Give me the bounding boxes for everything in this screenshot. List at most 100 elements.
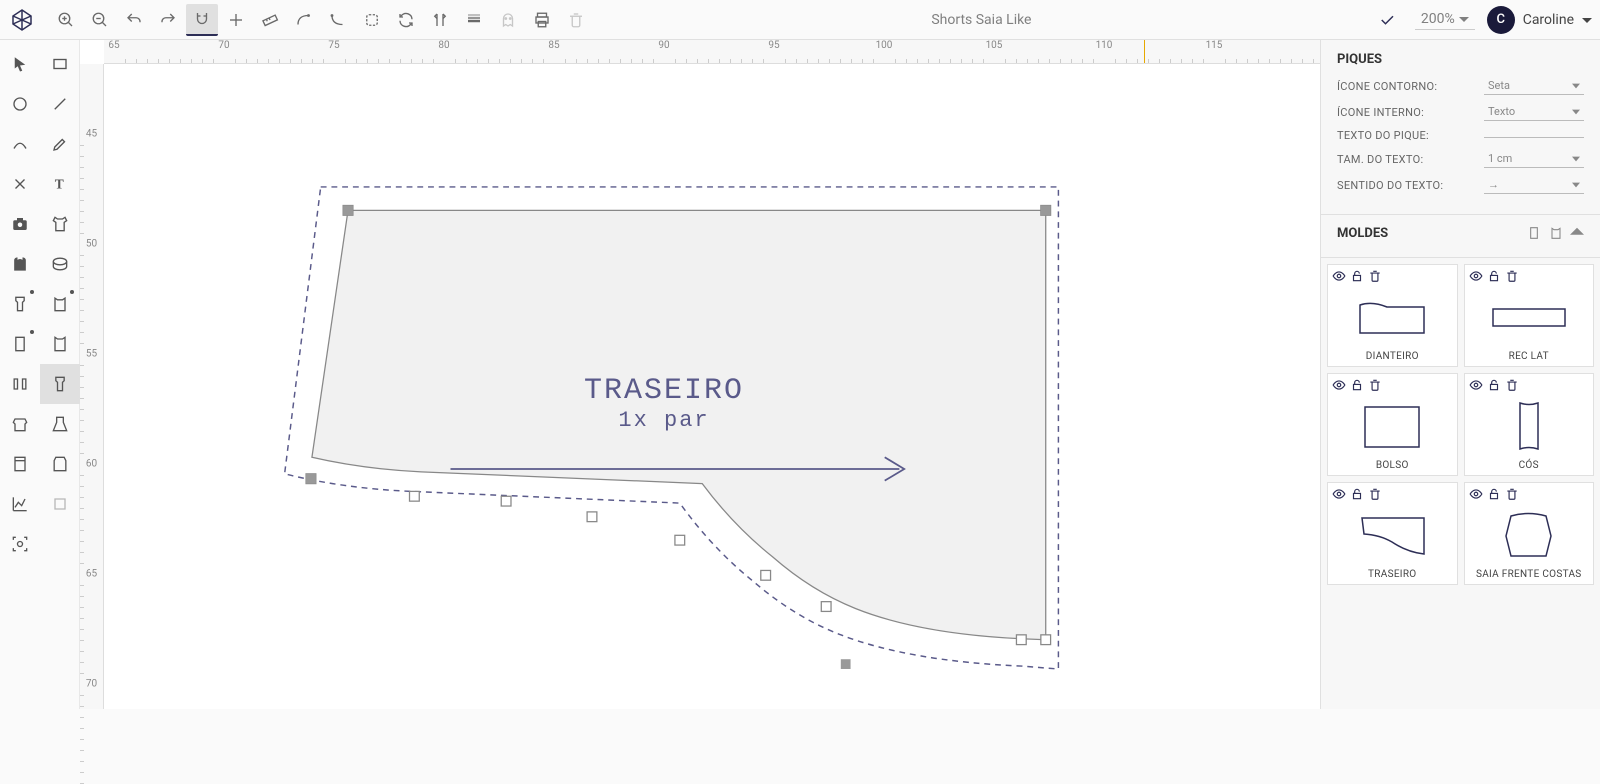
tam-texto-select[interactable]: 1 cm (1484, 150, 1584, 168)
select-area-icon[interactable] (356, 4, 388, 36)
icone-interno-select[interactable]: Texto (1484, 103, 1584, 121)
undo-icon[interactable] (118, 4, 150, 36)
molde-name: BOLSO (1332, 460, 1453, 471)
molde-icon1[interactable] (1526, 225, 1542, 241)
garment1-icon[interactable] (40, 204, 80, 244)
trash-icon[interactable] (1505, 269, 1519, 283)
garment2-icon[interactable] (0, 284, 40, 324)
camera-tool[interactable] (0, 204, 40, 244)
icone-contorno-select[interactable]: Seta (1484, 77, 1584, 95)
ruler-vertical[interactable]: 455055606570 (80, 64, 104, 709)
garment3-icon[interactable] (40, 284, 80, 324)
eye-icon[interactable] (1469, 487, 1483, 501)
molde-name: DIANTEIRO (1332, 351, 1453, 362)
molde-name: CÓS (1469, 460, 1590, 471)
molde-card[interactable]: DIANTEIRO (1327, 264, 1458, 367)
trash-icon[interactable] (1505, 487, 1519, 501)
app-logo[interactable] (8, 6, 36, 34)
garment7-icon[interactable] (40, 364, 80, 404)
ruler-icon[interactable] (254, 4, 286, 36)
trash-icon[interactable] (1368, 269, 1382, 283)
chevron-up-icon[interactable] (1570, 225, 1584, 239)
check-icon[interactable] (1371, 4, 1403, 36)
icone-interno-label: ÍCONE INTERNO: (1337, 106, 1484, 119)
molde-icon2[interactable] (1548, 225, 1564, 241)
pattern-title: TRASEIRO (584, 374, 744, 408)
unlock-icon[interactable] (1487, 269, 1501, 283)
curve-tool2-icon[interactable] (322, 4, 354, 36)
garment4-icon[interactable] (0, 324, 40, 364)
chart-icon[interactable] (0, 484, 40, 524)
cross-tool[interactable] (0, 164, 40, 204)
eye-icon[interactable] (1332, 487, 1346, 501)
piques-title: PIQUES (1337, 52, 1584, 67)
circle-tool[interactable] (0, 84, 40, 124)
user-menu[interactable]: C Caroline (1487, 6, 1592, 34)
molde-card[interactable]: SAIA FRENTE COSTAS (1464, 482, 1595, 585)
zoom-out-icon[interactable] (84, 4, 116, 36)
texto-pique-input[interactable] (1484, 133, 1584, 138)
curve-tool[interactable] (0, 124, 40, 164)
ghost-icon[interactable] (492, 4, 524, 36)
guide-line[interactable] (1144, 40, 1145, 63)
trash-icon[interactable] (1505, 378, 1519, 392)
ruler-horizontal[interactable]: 65707580859095100105110115 (104, 40, 1320, 64)
zoom-level[interactable]: 200% (1415, 9, 1475, 30)
crosshair-icon[interactable] (220, 4, 252, 36)
garment5-icon[interactable] (40, 324, 80, 364)
scan-icon[interactable] (0, 524, 40, 564)
line-tool[interactable] (40, 84, 80, 124)
trash-icon[interactable] (560, 4, 592, 36)
unlock-icon[interactable] (1350, 487, 1364, 501)
print-icon[interactable] (526, 4, 558, 36)
sentido-texto-select[interactable]: → (1484, 176, 1584, 194)
eye-icon[interactable] (1332, 269, 1346, 283)
garment-dark-icon[interactable] (0, 244, 40, 284)
magnet-icon[interactable] (186, 4, 218, 36)
canvas-area: 65707580859095100105110115 455055606570 (80, 40, 1320, 709)
moldes-title: MOLDES (1337, 226, 1388, 241)
selection-tool[interactable] (0, 44, 40, 84)
texto-pique-label: TEXTO DO PIQUE: (1337, 129, 1484, 142)
unlock-icon[interactable] (1350, 378, 1364, 392)
unlock-icon[interactable] (1350, 269, 1364, 283)
garment9-icon[interactable] (40, 404, 80, 444)
canvas[interactable]: TRASEIRO 1x par (104, 64, 1320, 709)
unlock-icon[interactable] (1487, 487, 1501, 501)
mirror-icon[interactable] (424, 4, 456, 36)
molde-thumb (1332, 396, 1453, 456)
sentido-texto-label: SENTIDO DO TEXTO: (1337, 179, 1484, 192)
garment11-icon[interactable] (40, 444, 80, 484)
unlock-icon[interactable] (1487, 378, 1501, 392)
left-toolbar: T (0, 40, 80, 709)
molde-thumb (1469, 505, 1590, 565)
molde-card[interactable]: CÓS (1464, 373, 1595, 476)
molde-card[interactable]: BOLSO (1327, 373, 1458, 476)
trash-icon[interactable] (1368, 378, 1382, 392)
molde-card[interactable]: TRASEIRO (1327, 482, 1458, 585)
refresh-icon[interactable] (390, 4, 422, 36)
layers-icon[interactable] (458, 4, 490, 36)
molde-card[interactable]: REC LAT (1464, 264, 1595, 367)
user-name: Caroline (1523, 12, 1574, 28)
garment8-icon[interactable] (0, 404, 40, 444)
blank (40, 524, 80, 564)
measure-tape-icon[interactable] (40, 244, 80, 284)
redo-icon[interactable] (152, 4, 184, 36)
curve-tool-icon[interactable] (288, 4, 320, 36)
eye-icon[interactable] (1332, 378, 1346, 392)
trash-icon[interactable] (1368, 487, 1382, 501)
eye-icon[interactable] (1469, 269, 1483, 283)
garment6-icon[interactable] (0, 364, 40, 404)
zoom-in-icon[interactable] (50, 4, 82, 36)
garment12-icon[interactable] (40, 484, 80, 524)
eye-icon[interactable] (1469, 378, 1483, 392)
document-title[interactable]: Shorts Saia Like (931, 12, 1031, 28)
text-tool[interactable]: T (40, 164, 80, 204)
zoom-value: 200% (1421, 11, 1455, 27)
molde-thumb (1332, 505, 1453, 565)
rectangle-tool[interactable] (40, 44, 80, 84)
garment10-icon[interactable] (0, 444, 40, 484)
moldes-header: MOLDES (1321, 215, 1600, 258)
pencil-tool[interactable] (40, 124, 80, 164)
